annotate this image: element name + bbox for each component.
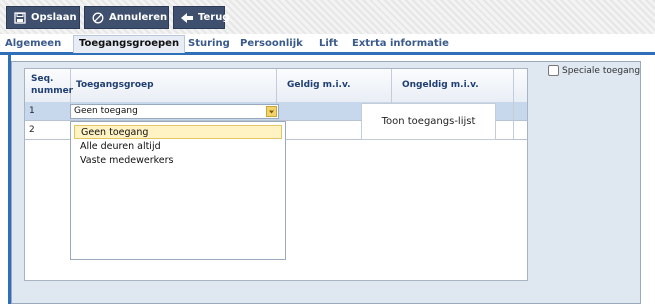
cell-seq: 1 (25, 102, 71, 120)
back-label: Terug (198, 12, 230, 23)
column-header-group-label: Toegangsgroep (76, 80, 154, 90)
arrow-left-icon (181, 12, 193, 24)
grid-header: Seq. nummer Toegangsgroep Geldig m.i.v. … (25, 69, 527, 103)
dropdown-option-vaste-medewerkers[interactable]: Vaste medewerkers (74, 154, 282, 168)
checkbox-icon[interactable] (548, 65, 559, 76)
column-header-valid-until[interactable]: Ongeldig m.i.v. (392, 69, 514, 102)
cancel-label: Annuleren (109, 12, 168, 23)
access-group-dropdown-list: Geen toegang Alle deuren altijd Vaste me… (70, 121, 286, 260)
column-header-seq-line2: nummer (31, 86, 74, 96)
tab-bar: Algemeen Toegangsgroepen Sturing Persoon… (0, 34, 655, 55)
access-group-select[interactable]: Geen toegang (70, 104, 279, 119)
column-header-seq-line1: Seq. (31, 74, 54, 84)
column-header-group[interactable]: Toegangsgroep (71, 69, 277, 102)
column-header-valid-until-label: Ongeldig m.i.v. (402, 80, 479, 90)
access-group-select-value: Geen toegang (74, 106, 138, 116)
dropdown-arrow-button[interactable] (266, 106, 277, 117)
dropdown-option-geen-toegang[interactable]: Geen toegang (74, 125, 282, 139)
cancel-button[interactable]: Annuleren (84, 6, 169, 29)
toolbar: Opslaan Annuleren Terug (0, 0, 655, 34)
chevron-down-icon (269, 110, 274, 114)
tab-lift[interactable]: Lift (319, 36, 338, 52)
save-label: Opslaan (31, 12, 77, 23)
save-button[interactable]: Opslaan (6, 6, 80, 29)
special-access-checkbox[interactable]: Speciale toegang (548, 65, 640, 76)
cancel-icon (92, 12, 104, 24)
back-button[interactable]: Terug (173, 6, 229, 29)
column-header-seq[interactable]: Seq. nummer (25, 69, 74, 102)
save-icon (14, 11, 26, 24)
tab-extra-informatie[interactable]: Extrta informatie (352, 36, 449, 52)
column-header-valid-from-label: Geldig m.i.v. (287, 80, 351, 90)
tab-persoonlijk[interactable]: Persoonlijk (240, 36, 303, 52)
dropdown-option-alle-deuren-altijd[interactable]: Alle deuren altijd (74, 140, 282, 154)
tab-sturing[interactable]: Sturing (188, 36, 230, 52)
cell-seq: 2 (25, 121, 71, 139)
show-access-list-button[interactable]: Toon toegangs-lijst (361, 103, 496, 140)
tab-toegangsgroepen[interactable]: Toegangsgroepen (73, 35, 186, 53)
column-header-valid-from[interactable]: Geldig m.i.v. (277, 69, 392, 102)
special-access-label: Speciale toegang (562, 65, 641, 76)
tab-algemeen[interactable]: Algemeen (5, 36, 61, 52)
